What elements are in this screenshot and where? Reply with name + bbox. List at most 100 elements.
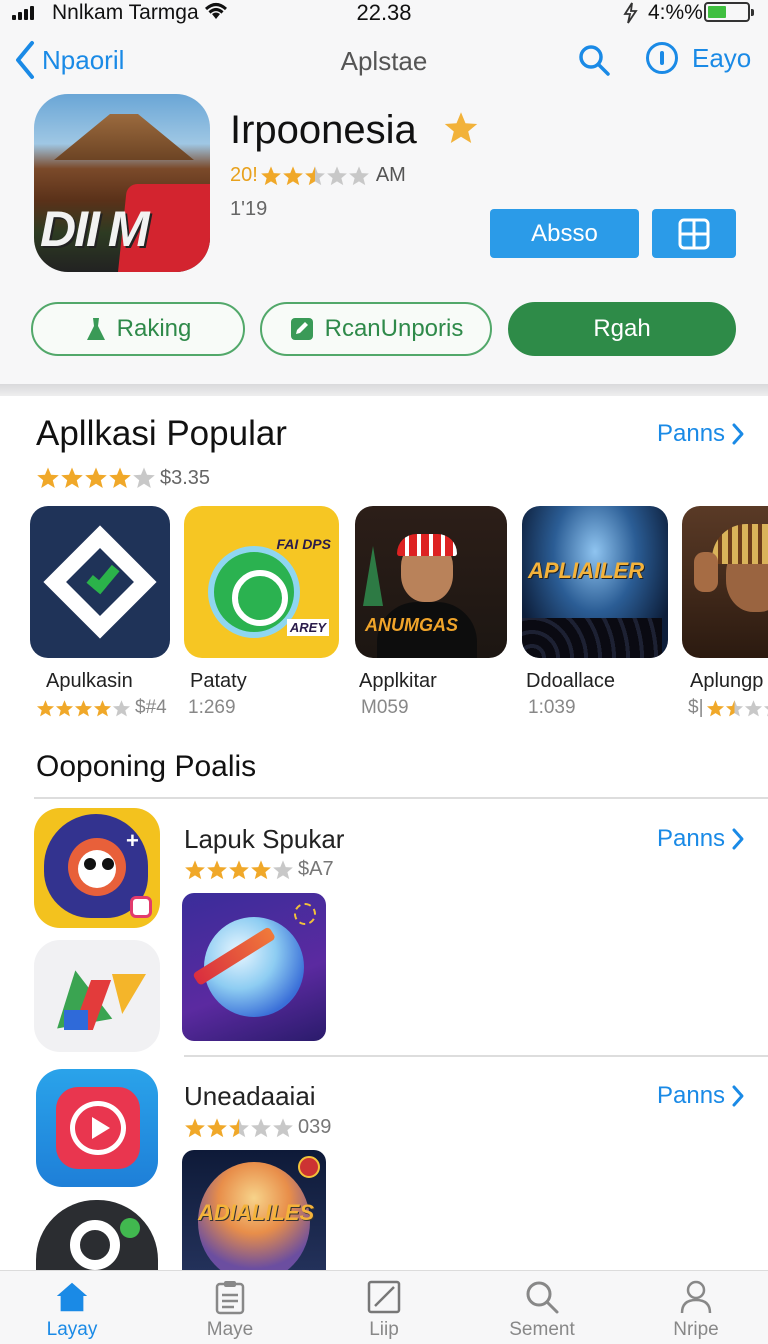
upcoming-section-title: Ooponing Poalis [36,750,257,783]
app-icon[interactable]: + [34,808,160,928]
app-card-meta: $#4 [36,697,180,719]
app-card-icon: FAI DPS AREY [184,506,339,658]
star-icon [55,699,74,716]
list-item-name[interactable]: Uneadaaiai [184,1081,316,1112]
app-icon[interactable] [182,893,326,1041]
plus-icon: + [126,828,139,853]
app-icon[interactable] [34,940,160,1052]
app-card[interactable]: APLIAILER Ddoallace 1:039 [522,506,672,719]
edit-square-icon [290,318,313,340]
app-header: Npaoril Aplstae Eayo DII M Irpoonesia 20!… [0,28,768,384]
tab-edit[interactable]: Liip [334,1279,434,1341]
star-icon [706,699,724,716]
tab-label: Maye [206,1319,254,1340]
icon-caption: APLIAILER [528,558,645,583]
list-item-more-link[interactable]: Panns [657,825,745,853]
star-icon [93,699,112,716]
ranking-label: Raking [116,315,192,342]
list-item-more-link[interactable]: Panns [657,1082,745,1110]
price: 039 [298,1116,332,1138]
install-button[interactable]: Absso [490,209,639,258]
tab-bar: Layay Maye Liip Sement Nripe [0,1270,768,1344]
star-icon [251,1117,271,1137]
rating-count: AM [375,164,406,186]
star-icon [326,165,347,185]
see-all-label: Panns [657,825,726,852]
search-icon [524,1279,560,1315]
app-card[interactable]: Aplungp $| [682,506,768,719]
star-icon [74,699,93,716]
info-button[interactable]: Eayo [646,42,751,74]
app-rating: 20! AM [230,164,406,187]
popular-apps-carousel[interactable]: Apulkasin $#4 FAI DPS AREY Pataty 1:269 … [0,506,768,722]
add-button[interactable] [652,209,736,258]
rating-stars [36,466,156,490]
star-icon [348,165,369,185]
ranking-button[interactable]: Raking [31,302,245,356]
app-card-name: Ddoallace [526,670,615,692]
report-button[interactable]: RcanUnporis [260,302,492,356]
star-icon [304,165,325,185]
star-icon [229,859,249,879]
divider [34,797,768,799]
status-bar: Nnlkam Tarmga 22.38 4:%% [0,0,768,28]
chevron-right-icon [732,423,744,445]
tab-search[interactable]: Sement [492,1279,592,1341]
play-icon [92,1117,110,1139]
star-icon [61,467,83,488]
icon-caption: ADIALILES [198,1200,315,1225]
star-icon [37,467,59,488]
star-icon [133,467,155,488]
rating-value: 20! [230,164,258,186]
app-icon[interactable] [36,1200,158,1270]
star-icon [763,705,768,716]
icon-caption: AREY [286,619,329,636]
list-item-rating: 039 [184,1116,331,1139]
chevron-right-icon [732,828,744,850]
icon-caption: FAI DPS [276,536,331,552]
tab-label: Nripe [673,1319,719,1340]
star-icon [282,165,303,185]
tab-profile[interactable]: Nripe [646,1279,746,1341]
search-button[interactable] [576,42,612,83]
star-icon [260,165,281,185]
app-card-icon [682,506,768,658]
star-icon [109,467,131,488]
app-card[interactable]: Apulkasin $#4 [30,506,180,719]
charging-icon [623,2,638,24]
rating-stars [184,859,294,881]
app-card[interactable]: FAI DPS AREY Pataty 1:269 [184,506,339,719]
star-icon [273,1117,293,1137]
app-card-name: Applkitar [359,670,437,692]
rating-stars [260,165,370,187]
app-card-name: Aplungp [690,670,764,692]
app-card[interactable]: ANUMGAS Applkitar M059 [355,506,507,719]
app-size: 1'19 [230,198,268,220]
app-icon[interactable] [36,1069,158,1187]
tab-label: Layay [46,1319,98,1340]
app-card-price: $| [688,697,704,718]
profile-icon [678,1279,714,1315]
tab-label: Liip [369,1319,399,1340]
app-icon[interactable]: ADIALILES [182,1150,326,1270]
app-card-meta: $| [688,697,768,719]
search-icon [579,45,610,76]
edit-icon [366,1279,402,1315]
app-name: Irpoonesia [230,108,417,152]
featured-star-icon [444,112,478,143]
list-item-rating: $A7 [184,858,334,881]
rating-stars [184,1117,294,1139]
home-icon [54,1279,90,1315]
app-card-icon: ANUMGAS [355,506,507,658]
popular-see-all-link[interactable]: Panns [657,420,745,448]
list-item-name[interactable]: Lapuk Spukar [184,824,344,855]
divider [184,1055,768,1057]
app-icon-badge-text: M [107,201,150,257]
star-icon [273,859,293,879]
tab-list[interactable]: Maye [180,1279,280,1341]
tab-home[interactable]: Layay [22,1279,122,1341]
price: $3.35 [160,466,211,489]
popular-rating: $3.35 [36,466,210,490]
get-button[interactable]: Rgah [508,302,736,356]
star-icon [85,467,107,488]
